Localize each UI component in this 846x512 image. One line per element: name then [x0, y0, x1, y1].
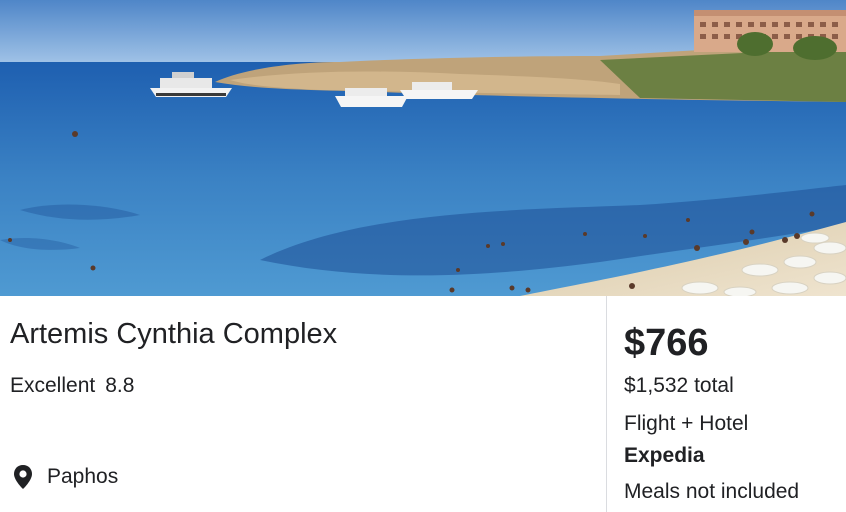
- price-total: $1,532 total: [624, 374, 734, 397]
- hotel-result-card[interactable]: Artemis Cynthia Complex Excellent 8.8 Pap…: [0, 0, 846, 512]
- map-pin-icon: [12, 464, 34, 490]
- meals-info: Meals not included: [624, 480, 800, 503]
- booking-provider[interactable]: Expedia: [624, 444, 705, 468]
- beach-photo-image: [0, 0, 846, 296]
- hotel-location: Paphos: [12, 464, 118, 490]
- package-type: Flight + Hotel: [624, 412, 749, 435]
- hotel-name[interactable]: Artemis Cynthia Complex: [10, 318, 337, 351]
- price-per-person: $766: [624, 322, 709, 364]
- hotel-rating: Excellent 8.8: [10, 374, 134, 398]
- rating-label: Excellent: [10, 374, 96, 397]
- hotel-photo[interactable]: [0, 0, 846, 296]
- location-label: Paphos: [47, 465, 119, 488]
- hotel-details: Artemis Cynthia Complex Excellent 8.8 Pap…: [0, 296, 606, 512]
- rating-score: 8.8: [105, 374, 135, 397]
- price-panel[interactable]: $766 $1,532 total Flight + Hotel Expedia…: [607, 296, 846, 512]
